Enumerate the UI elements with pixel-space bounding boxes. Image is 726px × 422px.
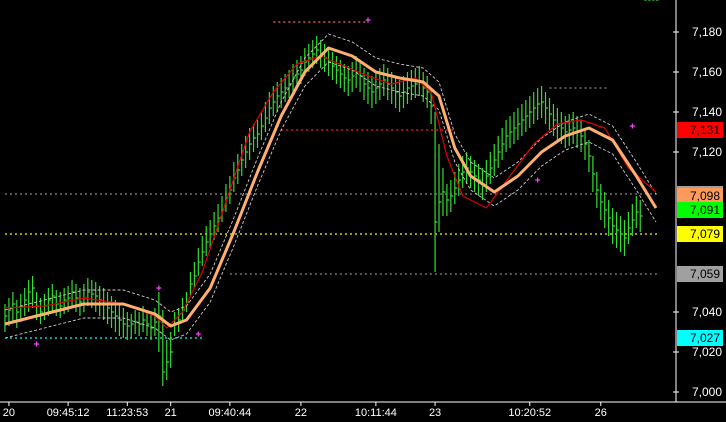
time-axis-label: 26 bbox=[595, 407, 607, 419]
time-axis-label: 09:40:44 bbox=[208, 407, 251, 419]
time-axis-label: 20 bbox=[3, 407, 15, 419]
time-axis-label: 11:23:53 bbox=[106, 407, 148, 419]
price-axis-label: 7,040 bbox=[692, 305, 722, 319]
price-badge-label: 7,098 bbox=[690, 189, 720, 203]
price-axis-label: 7,020 bbox=[692, 345, 722, 359]
price-badge-label: 7,059 bbox=[690, 267, 720, 281]
price-axis-label: 7,180 bbox=[692, 25, 722, 39]
price-axis-label: 7,160 bbox=[692, 65, 722, 79]
time-axis-label: 09:45:12 bbox=[47, 407, 90, 419]
time-axis-label: 23 bbox=[429, 407, 441, 419]
time-axis-label: 10:11:44 bbox=[355, 407, 397, 419]
price-axis-label: 7,000 bbox=[692, 385, 722, 399]
time-axis-label: 21 bbox=[165, 407, 177, 419]
price-badge-label: 7,131 bbox=[690, 123, 720, 137]
price-badge-label: 7,091 bbox=[690, 203, 720, 217]
price-axis-label: 7,140 bbox=[692, 105, 722, 119]
time-axis-label: 22 bbox=[295, 407, 307, 419]
price-chart[interactable]: 7,180 7,160 7,140 7,120 7,040 7,020 7,000 7,13… bbox=[0, 0, 726, 422]
price-axis-label: 7,120 bbox=[692, 145, 722, 159]
price-badge-label: 7,079 bbox=[690, 227, 720, 241]
price-badge-label: 7,027 bbox=[690, 331, 720, 345]
time-axis-label: 10:20:52 bbox=[508, 407, 551, 419]
